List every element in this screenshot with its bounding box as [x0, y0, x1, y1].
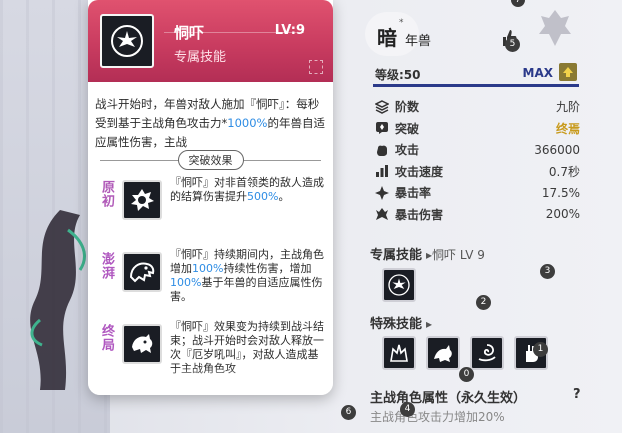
- level-up-button[interactable]: [559, 63, 577, 81]
- stat-value: 200%: [545, 207, 580, 222]
- stage-tag: 终局: [99, 324, 114, 352]
- skill-tooltip-header: 恫吓 LV:9 专属技能: [88, 0, 333, 82]
- passive-help-icon[interactable]: ?: [573, 387, 581, 402]
- passive-title: 主战角色属性（永久生效）: [370, 391, 527, 406]
- skill-tooltip-card: 恫吓 LV:9 专属技能 战斗开始时，年兽对敌人施加『恫吓』：每秒受到基于主战角…: [88, 0, 333, 395]
- stage-tag: 澎湃: [99, 252, 114, 280]
- skill-name: 恫吓: [174, 24, 205, 42]
- fist-icon: [375, 143, 389, 157]
- swirl-dragon-icon: [478, 344, 496, 362]
- beast-summon-icon: [434, 345, 452, 362]
- skill-icon-frame: [100, 14, 154, 68]
- marker-3[interactable]: 3: [540, 264, 555, 279]
- stat-row-tier: 阶数 九阶: [375, 96, 580, 118]
- stage-tag: 原初: [99, 180, 114, 208]
- marker-5[interactable]: 5: [505, 37, 520, 52]
- stat-row-crit-rate: 暴击率 17.5%: [375, 182, 580, 204]
- fox-spirit-icon: [390, 344, 408, 362]
- stat-row-crit-damage: 暴击伤害 200%: [375, 204, 580, 226]
- stat-value: 九阶: [555, 100, 580, 115]
- roaring-beast-icon: [388, 274, 410, 296]
- pet-detail-panel: 7 暗 * 年兽 等级:50 MAX 阶数 九阶 突破 终焉 攻击 366000…: [341, 0, 622, 433]
- marker-6[interactable]: 6: [341, 405, 356, 420]
- level-label: 等级:50: [375, 68, 421, 82]
- passive-description: 主战角色攻击力增加20%: [370, 410, 505, 424]
- stats-list: 阶数 九阶 突破 终焉 攻击 366000 攻击速度 0.7秒 暴击率 17.5…: [375, 96, 580, 225]
- faction-emblem-icon: [539, 10, 571, 46]
- stage-highlight: 100%: [170, 276, 202, 289]
- stat-value: 终焉: [555, 121, 580, 136]
- stat-value: 17.5%: [541, 185, 580, 200]
- level-bar: [373, 84, 579, 87]
- stage-description: 『恫吓』对非首领类的敌人造成的结算伤害提升500%。: [170, 176, 326, 204]
- crit-damage-icon: [375, 207, 389, 221]
- exclusive-skill-subtitle: ▸恫吓 LV 9: [426, 248, 485, 262]
- card-bottom-fade: [88, 367, 333, 395]
- crit-icon: [375, 185, 389, 200]
- exclusive-skill-title: 专属技能 ▸恫吓 LV 9: [370, 244, 485, 263]
- level-max: MAX: [522, 66, 553, 80]
- marker-0[interactable]: 0: [459, 367, 474, 382]
- stat-label: 攻击速度: [395, 164, 444, 179]
- stage-description: 『恫吓』持续期间内，主战角色增加100%持续性伤害，增加100%基于年兽的自适应…: [170, 248, 326, 304]
- marker-2[interactable]: 2: [476, 295, 491, 310]
- stage-icon-frame: [122, 324, 162, 364]
- stat-label: 突破: [395, 121, 420, 136]
- element-mark: *: [399, 18, 404, 28]
- layers-icon: [375, 99, 389, 114]
- level-row: 等级:50 MAX: [373, 62, 579, 87]
- breakthrough-label: 突破效果: [177, 150, 244, 170]
- spiky-shield-icon: [131, 189, 154, 211]
- header-corner-deco: [309, 60, 323, 74]
- exclusive-skill-label: 专属技能: [370, 248, 423, 263]
- stat-label: 阶数: [395, 100, 420, 115]
- stat-label: 暴击伤害: [395, 207, 444, 222]
- stat-label: 攻击: [395, 143, 420, 158]
- desc-highlight: 1000%: [227, 116, 268, 130]
- special-skill-label: 特殊技能: [370, 317, 423, 332]
- special-skill-slot[interactable]: [426, 336, 460, 370]
- exclusive-skill-slot[interactable]: [382, 268, 416, 302]
- stat-label: 暴击率: [395, 186, 432, 201]
- skill-level: LV:9: [274, 23, 305, 38]
- stat-row-attack: 攻击 366000: [375, 139, 580, 161]
- breakthrough-divider: 突破效果: [88, 150, 333, 170]
- stage-highlight: 500%: [247, 190, 279, 203]
- special-skill-title: 特殊技能 ▸: [370, 313, 432, 332]
- skill-type: 专属技能: [174, 50, 227, 65]
- special-skill-slot[interactable]: [382, 336, 416, 370]
- stage-text-part: 持续性伤害，增加: [223, 262, 312, 275]
- stat-row-attack-speed: 攻击速度 0.7秒: [375, 161, 580, 183]
- pet-name: 年兽: [405, 34, 432, 49]
- special-skill-arrow: ▸: [426, 317, 433, 331]
- stage-text-part: 。: [278, 190, 290, 203]
- breakthrough-stage-2: 澎湃 『恫吓』持续期间内，主战角色增加100%持续性伤害，增加100%基于年兽的…: [88, 248, 333, 314]
- stage-icon-frame: [122, 180, 162, 220]
- marker-4[interactable]: 4: [400, 402, 415, 417]
- stage-icon-frame: [122, 252, 162, 292]
- stage-highlight: 100%: [192, 262, 224, 275]
- special-skill-slot[interactable]: [470, 336, 504, 370]
- dragon-head-icon: [129, 262, 155, 283]
- skill-description: 战斗开始时，年兽对敌人施加『恫吓』：每秒受到基于主战角色攻击力*1000%的年兽…: [95, 95, 329, 152]
- roaring-beast-icon: [132, 334, 153, 353]
- stat-row-breakthrough: 突破 终焉: [375, 118, 580, 140]
- marker-1[interactable]: 1: [533, 342, 548, 357]
- marker-7[interactable]: 7: [511, 0, 525, 7]
- stat-value: 0.7秒: [548, 164, 580, 179]
- element-char: 暗: [377, 26, 397, 50]
- breakthrough-icon: [375, 121, 389, 135]
- roaring-beast-icon: [111, 25, 143, 57]
- special-skill-list: [382, 336, 548, 370]
- breakthrough-stage-1: 原初 『恫吓』对非首领类的敌人造成的结算伤害提升500%。: [88, 176, 333, 242]
- stat-value: 366000: [534, 142, 580, 157]
- arrow-up-icon: [563, 67, 573, 77]
- speed-bars-icon: [375, 164, 389, 178]
